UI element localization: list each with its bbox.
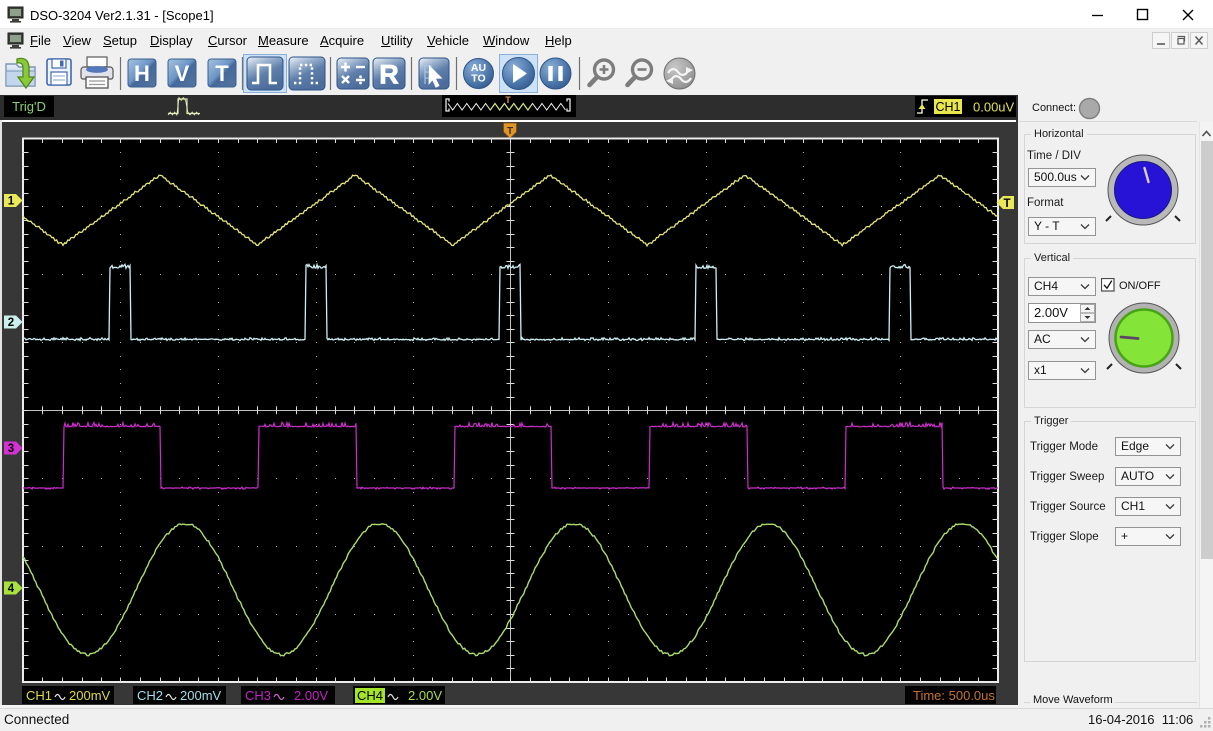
- svg-text:T: T: [507, 126, 513, 137]
- svg-text:2: 2: [8, 317, 14, 329]
- svg-text:0.00uV: 0.00uV: [973, 100, 1015, 115]
- svg-text:TO: TO: [471, 73, 485, 85]
- svg-text:R: R: [379, 60, 399, 90]
- svg-text:1: 1: [8, 196, 15, 208]
- svg-text:4: 4: [8, 583, 15, 595]
- svg-text:T: T: [1003, 198, 1010, 210]
- svg-text:3: 3: [8, 443, 14, 455]
- svg-text:T: T: [505, 95, 511, 105]
- svg-text:CH1: CH1: [935, 100, 960, 114]
- svg-text:V: V: [175, 61, 190, 86]
- svg-text:H: H: [134, 61, 150, 86]
- svg-text:T: T: [215, 61, 229, 86]
